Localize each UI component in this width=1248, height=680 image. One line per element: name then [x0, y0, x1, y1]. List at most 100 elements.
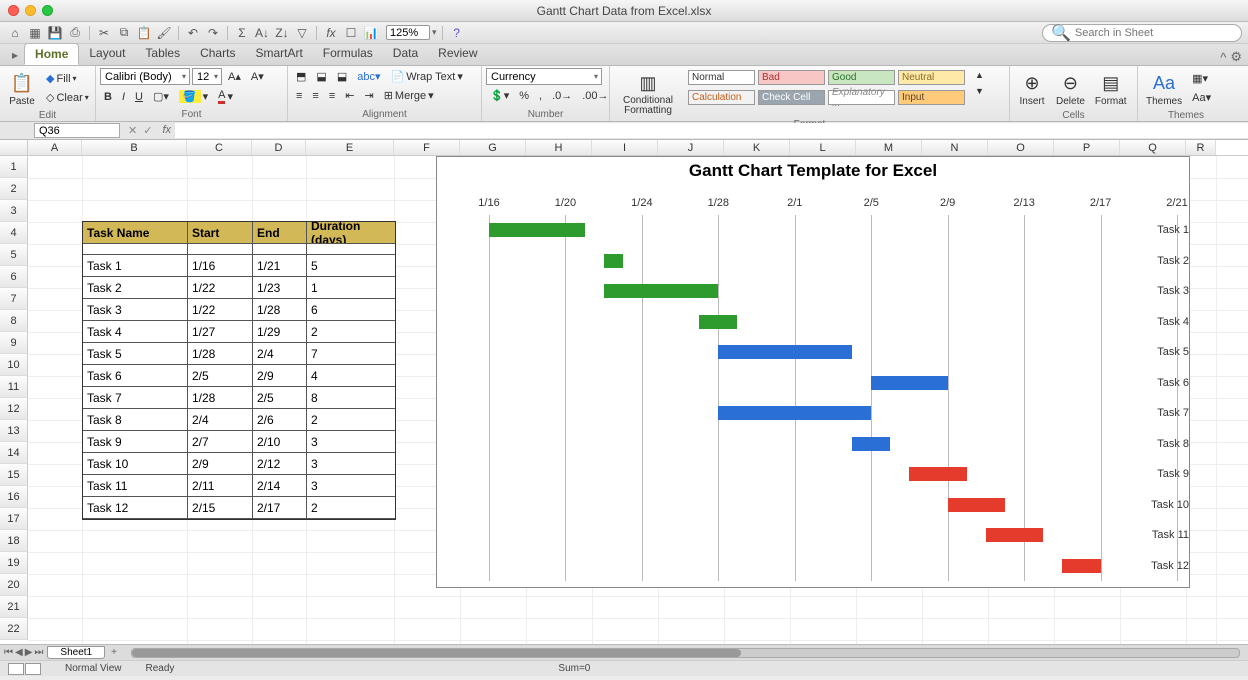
- column-header[interactable]: F: [394, 140, 460, 155]
- increase-indent-icon[interactable]: ⇥: [360, 87, 377, 104]
- undo-icon[interactable]: ↶: [184, 25, 202, 41]
- tab-layout[interactable]: Layout: [79, 43, 135, 65]
- tab-formulas[interactable]: Formulas: [313, 43, 383, 65]
- table-cell[interactable]: 2/17: [253, 497, 307, 519]
- sheet-tab[interactable]: Sheet1: [47, 646, 105, 659]
- zoom-input[interactable]: [386, 25, 430, 40]
- column-header[interactable]: E: [306, 140, 394, 155]
- table-header-cell[interactable]: Start: [188, 222, 253, 244]
- row-header[interactable]: 1: [0, 156, 28, 178]
- table-cell[interactable]: Task 10: [83, 453, 188, 475]
- table-cell[interactable]: 2/12: [253, 453, 307, 475]
- row-header[interactable]: 20: [0, 574, 28, 596]
- cell-style-good[interactable]: Good: [828, 70, 895, 85]
- table-cell[interactable]: 1: [307, 277, 395, 299]
- sort-desc-icon[interactable]: Z↓: [273, 25, 291, 41]
- themes-button[interactable]: AaThemes: [1142, 68, 1186, 109]
- table-cell[interactable]: 2/4: [188, 409, 253, 431]
- table-cell[interactable]: 1/27: [188, 321, 253, 343]
- cell-style-normal[interactable]: Normal: [688, 70, 755, 85]
- column-header[interactable]: R: [1186, 140, 1216, 155]
- cell-style-calculation[interactable]: Calculation: [688, 90, 755, 105]
- row-header[interactable]: 16: [0, 486, 28, 508]
- decrease-decimal-icon[interactable]: .00→: [578, 88, 612, 104]
- table-cell[interactable]: 3: [307, 475, 395, 497]
- prev-sheet-icon[interactable]: ◀: [15, 647, 23, 658]
- column-header[interactable]: C: [187, 140, 252, 155]
- autosum-icon[interactable]: Σ: [233, 25, 251, 41]
- column-header[interactable]: P: [1054, 140, 1120, 155]
- table-header-cell[interactable]: End: [253, 222, 307, 244]
- table-cell[interactable]: 1/28: [188, 387, 253, 409]
- add-sheet-button[interactable]: +: [105, 647, 123, 658]
- table-cell[interactable]: 1/22: [188, 277, 253, 299]
- table-cell[interactable]: Task 5: [83, 343, 188, 365]
- decrease-indent-icon[interactable]: ⇤: [341, 87, 358, 104]
- border-button[interactable]: ▢▾: [149, 88, 173, 105]
- align-middle-icon[interactable]: ⬓: [312, 68, 330, 85]
- gantt-bar[interactable]: [871, 376, 947, 390]
- bold-button[interactable]: B: [100, 89, 116, 105]
- row-header[interactable]: 10: [0, 354, 28, 376]
- cell-style-explanatory-[interactable]: Explanatory ...: [828, 90, 895, 105]
- cell-style-bad[interactable]: Bad: [758, 70, 825, 85]
- gantt-bar[interactable]: [489, 223, 585, 237]
- styles-scroll-down-icon[interactable]: ▼: [971, 84, 988, 98]
- table-cell[interactable]: 2/11: [188, 475, 253, 497]
- tab-data[interactable]: Data: [383, 43, 428, 65]
- table-cell[interactable]: 1/29: [253, 321, 307, 343]
- accept-formula-icon[interactable]: ✓: [143, 124, 152, 137]
- number-format-combo[interactable]: Currency: [486, 68, 602, 85]
- column-header[interactable]: B: [82, 140, 187, 155]
- column-header[interactable]: Q: [1120, 140, 1186, 155]
- merge-button[interactable]: ⊞Merge▾: [380, 87, 438, 104]
- delete-cells-button[interactable]: ⊖Delete: [1052, 68, 1089, 109]
- percent-format-icon[interactable]: %: [515, 88, 533, 104]
- home-icon[interactable]: ⌂: [6, 25, 24, 41]
- increase-font-icon[interactable]: A▴: [224, 68, 245, 85]
- underline-button[interactable]: U: [131, 89, 147, 105]
- theme-colors-icon[interactable]: ▦▾: [1188, 70, 1215, 87]
- table-cell[interactable]: 2/10: [253, 431, 307, 453]
- table-cell[interactable]: Task 8: [83, 409, 188, 431]
- column-header[interactable]: M: [856, 140, 922, 155]
- gantt-bar[interactable]: [718, 406, 871, 420]
- row-header[interactable]: 4: [0, 222, 28, 244]
- table-cell[interactable]: 2: [307, 409, 395, 431]
- name-box[interactable]: Q36: [34, 123, 120, 138]
- cancel-formula-icon[interactable]: ✕: [128, 124, 137, 137]
- tab-review[interactable]: Review: [428, 43, 487, 65]
- row-header[interactable]: 9: [0, 332, 28, 354]
- horizontal-scrollbar[interactable]: [131, 648, 1240, 658]
- table-cell[interactable]: 2/14: [253, 475, 307, 497]
- table-cell[interactable]: 8: [307, 387, 395, 409]
- table-cell[interactable]: 1/22: [188, 299, 253, 321]
- row-header[interactable]: 5: [0, 244, 28, 266]
- table-cell[interactable]: 3: [307, 453, 395, 475]
- gantt-bar[interactable]: [986, 528, 1043, 542]
- row-header[interactable]: 2: [0, 178, 28, 200]
- maximize-window-button[interactable]: [42, 5, 53, 16]
- print-icon[interactable]: ⎙: [66, 25, 84, 41]
- ribbon-options-icon[interactable]: ⚙: [1230, 49, 1242, 65]
- table-cell[interactable]: 1/21: [253, 255, 307, 277]
- tab-home[interactable]: Home: [24, 43, 79, 65]
- tab-collapse-icon[interactable]: ▸: [6, 45, 24, 65]
- table-cell[interactable]: Task 7: [83, 387, 188, 409]
- table-cell[interactable]: 2/6: [253, 409, 307, 431]
- fx-icon[interactable]: fx: [322, 25, 340, 41]
- paste-icon[interactable]: 📋: [135, 25, 153, 41]
- paste-button[interactable]: 📋 Paste: [4, 68, 40, 109]
- first-sheet-icon[interactable]: ⏮: [4, 647, 13, 658]
- align-center-icon[interactable]: ≡: [308, 88, 322, 104]
- gantt-bar[interactable]: [909, 467, 966, 481]
- row-header[interactable]: 15: [0, 464, 28, 486]
- worksheet-grid[interactable]: ABCDEFGHIJKLMNOPQR 123456789101112131415…: [0, 140, 1248, 644]
- font-name-combo[interactable]: Calibri (Body): [100, 68, 190, 85]
- table-header-cell[interactable]: Task Name: [83, 222, 188, 244]
- sort-asc-icon[interactable]: A↓: [253, 25, 271, 41]
- normal-view-button[interactable]: [8, 663, 24, 675]
- gantt-chart[interactable]: Gantt Chart Template for Excel1/161/201/…: [436, 156, 1190, 588]
- decrease-font-icon[interactable]: A▾: [247, 68, 268, 85]
- table-cell[interactable]: 1/28: [188, 343, 253, 365]
